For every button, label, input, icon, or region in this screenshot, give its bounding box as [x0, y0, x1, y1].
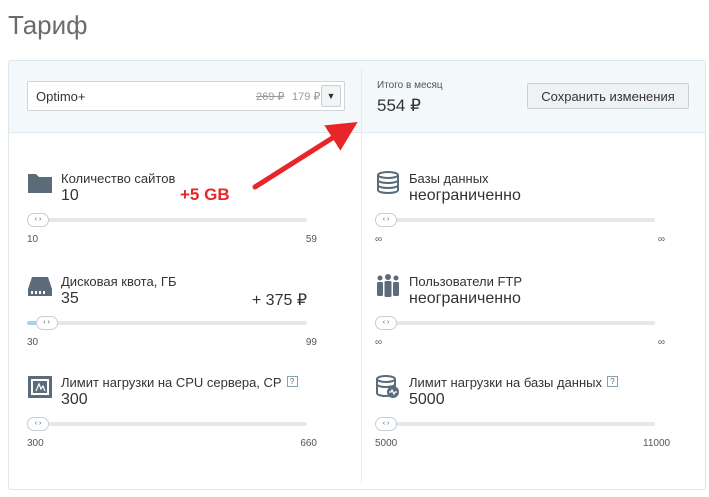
annotation-arrow [252, 121, 358, 190]
annotation-label: +5 GB [180, 185, 230, 204]
